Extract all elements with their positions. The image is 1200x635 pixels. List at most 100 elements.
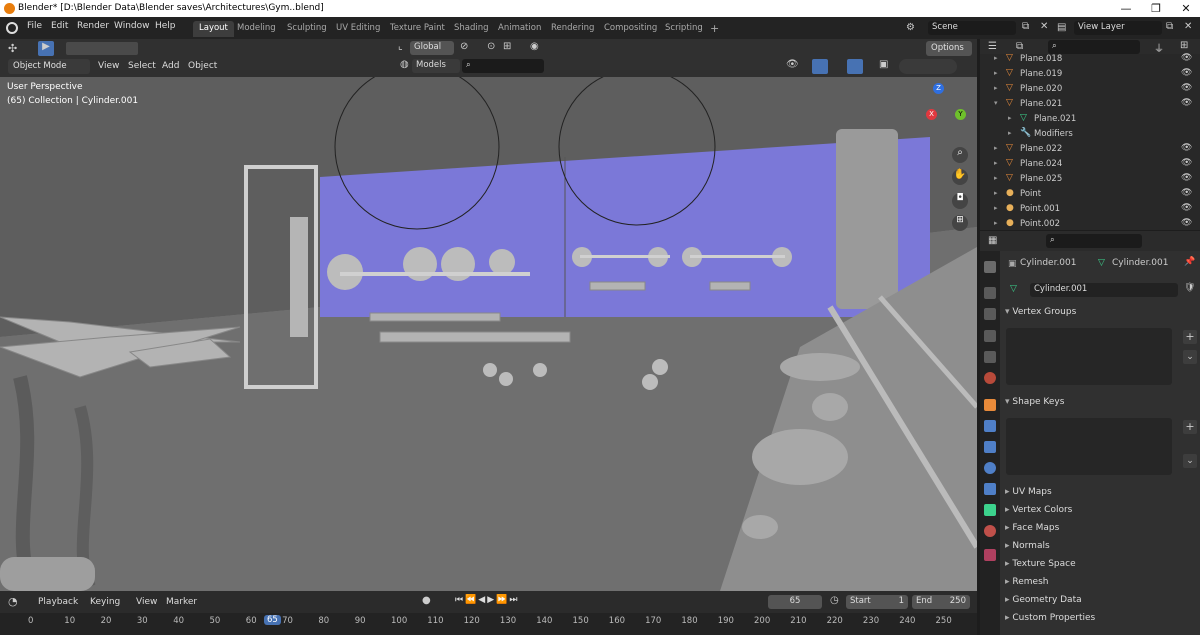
add-shape-key-button[interactable]: + [1183,420,1197,434]
remove-view-layer-icon[interactable]: ✕ [1184,21,1192,32]
proportional-edit-icon[interactable]: ◉ [530,41,539,52]
collapsed-panel[interactable]: ▸ Custom Properties [1005,613,1197,629]
outliner-row[interactable]: ▸ ▽ Plane.024 👁 [980,157,1200,172]
gizmo-y-axis[interactable]: Y [955,109,966,120]
end-frame-field[interactable]: End 250 [912,595,970,609]
gizmo-z-axis[interactable]: Z [933,83,944,94]
mesh-data-icon[interactable]: ▽ [1010,284,1017,294]
expand-arrow-icon[interactable]: ▸ [994,84,998,92]
selection-mode-buttons[interactable] [66,42,138,55]
collapsed-panel[interactable]: ▸ Geometry Data [1005,595,1197,611]
auto-keying-icon[interactable]: ● [422,595,431,606]
outliner-editor-icon[interactable]: ☰ [988,41,997,52]
gizmo-x-axis[interactable]: X [926,109,937,120]
collapsed-panel[interactable]: ▸ Vertex Colors [1005,505,1197,521]
expand-arrow-icon[interactable]: ▾ [994,99,998,107]
tab-rendering[interactable]: Rendering [545,21,600,37]
restore-button[interactable]: ❐ [1142,0,1170,17]
constraints-tab-icon[interactable] [984,483,996,495]
particles-tab-icon[interactable] [984,441,996,453]
display-mode-icon[interactable]: ⧉ [1016,41,1023,52]
world-tab-icon[interactable] [984,372,996,384]
outliner-row[interactable]: ▸ ● Point.002 👁 [980,217,1200,232]
fake-user-icon[interactable]: 🛡 [1184,283,1195,293]
outliner-row[interactable]: ▸ ▽ Plane.018 👁 [980,52,1200,67]
expand-arrow-icon[interactable]: ▸ [994,159,998,167]
current-frame-field[interactable]: 65 [768,595,822,609]
tab-texture-paint[interactable]: Texture Paint [384,21,451,37]
tab-layout[interactable]: Layout [193,21,234,37]
tool-tab-icon[interactable] [984,261,996,273]
texture-tab-icon[interactable] [984,549,996,561]
viewport-menu-object[interactable]: Object [188,61,217,71]
shape-key-specials-icon[interactable]: ⌄ [1183,454,1197,468]
start-frame-field[interactable]: Start 1 [846,595,908,609]
menu-window[interactable]: Window [114,21,150,31]
physics-tab-icon[interactable] [984,462,996,474]
timeline-menu-marker[interactable]: Marker [166,597,197,607]
tab-scripting[interactable]: Scripting [659,21,709,37]
collapsed-panel[interactable]: ▸ UV Maps [1005,487,1197,503]
menu-help[interactable]: Help [155,21,176,31]
new-collection-icon[interactable]: ⊞ [1180,40,1188,51]
timeline-editor-icon[interactable]: ◔ [8,595,18,608]
modifier-tab-icon[interactable] [984,420,996,432]
timeline-menu-view[interactable]: View [136,597,157,607]
remove-scene-icon[interactable]: ✕ [1040,21,1048,32]
outliner-row[interactable]: ▸ ▽ Plane.019 👁 [980,67,1200,82]
visibility-eye-icon[interactable]: 👁 [1181,188,1192,198]
visibility-eye-icon[interactable]: 👁 [1181,218,1192,228]
outliner-row[interactable]: ▾ ▽ Plane.021 👁 [980,97,1200,112]
timeline-ruler[interactable]: 0 10 20 30 40 50 60 65 70 80 90 100 110 120 130 140 150 1… [0,613,977,635]
outliner-row[interactable]: ▸ 🔧 Modifiers [980,127,1200,142]
outliner-row[interactable]: ▸ ● Point.001 👁 [980,202,1200,217]
expand-arrow-icon[interactable]: ▸ [1008,114,1012,122]
view-layer-icon[interactable]: ▤ [1057,22,1066,33]
expand-arrow-icon[interactable]: ▸ [994,189,998,197]
tab-shading[interactable]: Shading [448,21,495,37]
snap-icon[interactable]: ⊙ [487,41,495,52]
render-tab-icon[interactable] [984,287,996,299]
tab-animation[interactable]: Animation [492,21,547,37]
select-tool-icon[interactable]: ▶ [38,41,54,56]
outliner-row[interactable]: ▸ ▽ Plane.022 👁 [980,142,1200,157]
visibility-eye-icon[interactable]: 👁 [1181,83,1192,93]
menu-render[interactable]: Render [77,21,109,31]
vertex-groups-list[interactable] [1006,328,1172,385]
outliner-row[interactable]: ▸ ▽ Plane.025 👁 [980,172,1200,187]
blender-menu-icon[interactable] [6,22,18,34]
viewport-menu-select[interactable]: Select [128,61,156,71]
expand-arrow-icon[interactable]: ▸ [994,174,998,182]
expand-arrow-icon[interactable]: ▸ [994,69,998,77]
collapsed-panel[interactable]: ▸ Face Maps [1005,523,1197,539]
orientation-dropdown[interactable]: Global [410,41,454,55]
viewport-search-input[interactable]: ⌕ [462,59,544,73]
timeline-menu-playback[interactable]: Playback [38,597,78,607]
outliner-row[interactable]: ▸ ● Point 👁 [980,187,1200,202]
expand-arrow-icon[interactable]: ▸ [994,219,998,227]
copy-scene-icon[interactable]: ⧉ [1022,21,1029,32]
mesh-data-tab-icon[interactable] [984,504,996,516]
properties-search-input[interactable]: ⌕ [1046,234,1142,248]
viewport-menu-view[interactable]: View [98,61,119,71]
expand-arrow-icon[interactable]: ▸ [994,144,998,152]
vertex-groups-panel[interactable]: ▾ Vertex Groups [1005,307,1197,323]
shading-mode-buttons[interactable] [899,59,957,74]
minimize-button[interactable]: — [1112,0,1140,17]
copy-view-layer-icon[interactable]: ⧉ [1166,21,1173,32]
visibility-icon[interactable]: 👁 [786,59,799,70]
output-tab-icon[interactable] [984,308,996,320]
pin-icon[interactable]: 📌 [1184,257,1195,267]
properties-editor-icon[interactable]: ▦ [988,235,997,246]
outliner-row[interactable]: ▸ ▽ Plane.020 👁 [980,82,1200,97]
expand-arrow-icon[interactable]: ▸ [994,54,998,62]
tab-compositing[interactable]: Compositing [598,21,663,37]
view-layer-selector[interactable]: View Layer [1074,21,1162,35]
viewport-menu-add[interactable]: Add [162,61,179,71]
scene-selector[interactable]: Scene [928,21,1016,35]
expand-arrow-icon[interactable]: ▸ [1008,129,1012,137]
timeline-menu-keying[interactable]: Keying [90,597,120,607]
xray-icon[interactable]: ▣ [879,59,888,70]
collapsed-panel[interactable]: ▸ Normals [1005,541,1197,557]
3d-viewport[interactable]: User Perspective (65) Collection | Cylin… [0,77,977,591]
